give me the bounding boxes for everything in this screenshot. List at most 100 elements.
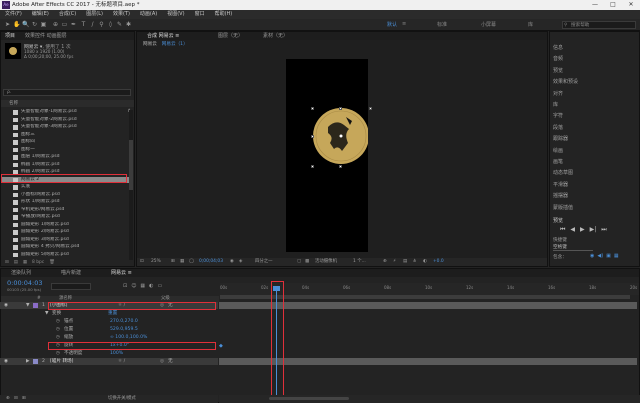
transform-property-row[interactable]: ◷ 不透明度 100%	[0, 350, 218, 357]
right-panel-item[interactable]: 画笔	[553, 158, 563, 165]
overlay-toggle-icon[interactable]: ▣	[606, 253, 611, 259]
eraser-tool-icon[interactable]: ◊	[107, 21, 114, 28]
expand-arrow-icon[interactable]: ▼	[26, 302, 30, 309]
timeline-search-input[interactable]	[51, 283, 91, 290]
clone-tool-icon[interactable]: ⚲	[98, 21, 105, 28]
snapshot-icon[interactable]: ◉	[230, 258, 234, 266]
right-panel-item[interactable]: 跟踪器	[553, 135, 568, 142]
right-panel-item[interactable]: 预览	[553, 67, 563, 74]
property-value[interactable]: 529.0,959.5	[110, 326, 138, 333]
right-panel-item[interactable]: 对齐	[553, 90, 563, 97]
fast-preview-icon[interactable]: ⚡	[393, 258, 396, 266]
comp-flowchart-icon[interactable]: ⊡	[123, 283, 127, 289]
video-toggle-icon[interactable]: ◉	[590, 253, 594, 259]
graph-editor-icon[interactable]: ▭	[158, 283, 163, 289]
rotate-tool-icon[interactable]: ↻	[31, 21, 38, 28]
frame-blend-icon[interactable]: ▦	[140, 283, 145, 289]
bounding-handle[interactable]	[311, 135, 314, 138]
tab-layer[interactable]: 图层（无）	[218, 32, 243, 40]
project-scrollbar[interactable]	[129, 110, 133, 260]
puppet-tool-icon[interactable]: ✱	[125, 21, 132, 28]
roto-tool-icon[interactable]: ✎	[116, 21, 123, 28]
timeline-zoom-slider[interactable]	[269, 397, 349, 400]
pan-behind-tool-icon[interactable]: ⊕	[52, 21, 59, 28]
project-file-item[interactable]: 实底	[1, 184, 129, 190]
label-color-swatch[interactable]	[33, 303, 38, 308]
breadcrumb-item[interactable]: 网易云	[143, 41, 157, 47]
help-search-input[interactable]: ⚲ 搜索帮助	[562, 21, 636, 29]
right-panel-item[interactable]: 字符	[553, 112, 563, 119]
rectangle-tool-icon[interactable]: ▭	[61, 21, 68, 28]
layer-controls-icon[interactable]: ▦	[614, 253, 619, 259]
view-layout-dropdown[interactable]: 1 个...	[353, 258, 366, 266]
last-frame-icon[interactable]: ⏭	[601, 226, 606, 234]
right-panel-item[interactable]: 蒙版插值	[553, 204, 573, 211]
project-file-item[interactable]: 椭圆 1/网易云.psd	[1, 162, 129, 168]
project-file-item[interactable]: 图标一	[1, 147, 129, 153]
right-panel-item[interactable]: 效果和预设	[553, 78, 578, 85]
audio-toggle-icon[interactable]: ◀)	[597, 253, 603, 259]
exposure-icon[interactable]: ◐	[423, 258, 427, 266]
hand-tool-icon[interactable]: ✋	[13, 21, 20, 28]
visibility-eye-icon[interactable]: ◉	[4, 302, 8, 309]
reset-link[interactable]: 重置	[108, 310, 117, 317]
tab-composition[interactable]: 合成 网易云 ≡	[147, 32, 179, 40]
stopwatch-icon[interactable]: ◷	[56, 318, 60, 325]
shy-icon[interactable]: ☺	[131, 283, 136, 289]
project-file-item[interactable]: 矢量智能对象-2网易云.psd	[1, 117, 129, 123]
flowchart-icon[interactable]: ⋔	[413, 258, 417, 266]
transfer-controls-icon[interactable]: ⊟	[14, 395, 18, 403]
project-file-item[interactable]: 图标四	[1, 139, 129, 145]
right-panel-item[interactable]: 段落	[553, 124, 563, 131]
shortcut-dropdown[interactable]: 空格键	[553, 244, 593, 251]
interpret-icon[interactable]: ⊟	[5, 260, 9, 265]
project-file-item[interactable]: 圆角矩形 3/网易云.psd	[1, 237, 129, 243]
camera-tool-icon[interactable]: ▣	[40, 21, 47, 28]
mask-icon[interactable]: ◯	[189, 258, 194, 266]
trash-icon[interactable]: 🗑	[49, 260, 55, 265]
expand-arrow-icon[interactable]: ▼	[45, 310, 49, 317]
tab-render-queue[interactable]: 渲染队列	[11, 269, 31, 277]
time-stretch-icon[interactable]: ⊞	[22, 395, 26, 403]
pen-tool-icon[interactable]: ✒	[70, 21, 77, 28]
layer-name[interactable]: [喵片 转场]	[50, 358, 73, 365]
maximize-button[interactable]: □	[604, 0, 622, 10]
transform-group[interactable]: ▼ 变换 重置	[0, 310, 218, 317]
menu-help[interactable]: 帮助(H)	[210, 10, 238, 19]
right-panel-item[interactable]: 库	[553, 101, 558, 108]
menu-composition[interactable]: 合成(C)	[54, 10, 81, 19]
project-file-item[interactable]: 窄机矩形/网易云.psd	[1, 207, 129, 213]
right-panel-item[interactable]: 绘画	[553, 147, 563, 154]
region-icon[interactable]: ⊞	[171, 258, 175, 266]
project-search-input[interactable]: ρ.	[3, 89, 131, 96]
property-value[interactable]: ∞ 100.0,100.0%	[110, 334, 147, 341]
tab-footage[interactable]: 素材（无）	[263, 32, 288, 40]
project-file-item[interactable]: 圆角矩形 4 拷贝/网易云.psd	[1, 244, 129, 250]
first-frame-icon[interactable]: ⏮	[560, 226, 565, 234]
right-panel-item[interactable]: 平滑器	[553, 181, 568, 188]
project-file-item[interactable]: 圆角矩形 1/网易云.psd	[1, 222, 129, 228]
bounding-handle[interactable]	[339, 107, 342, 110]
prev-frame-icon[interactable]: ◀	[570, 226, 575, 234]
tab-comp-active[interactable]: 网易云 ≡	[111, 269, 132, 277]
bounding-handle[interactable]	[311, 107, 314, 110]
workspace-small-screen[interactable]: 小屏幕	[481, 21, 496, 28]
project-file-item[interactable]: 小图标/网易云.psd	[1, 192, 129, 198]
motion-blur-icon[interactable]: ◐	[149, 283, 153, 289]
bounding-handle[interactable]	[339, 165, 342, 168]
keyframe-nav-icon[interactable]: ◆	[219, 343, 223, 349]
transform-property-row[interactable]: ◷ 锚点 270.0,270.0	[0, 318, 218, 325]
menu-window[interactable]: 窗口	[190, 10, 210, 19]
stopwatch-icon[interactable]: ◷	[56, 334, 60, 341]
composition-canvas[interactable]	[286, 59, 372, 252]
project-file-item[interactable]: 矢量智能对象-3网易云.psd	[1, 124, 129, 130]
menu-edit[interactable]: 编辑(E)	[27, 10, 54, 19]
new-comp-icon[interactable]: ▦	[23, 260, 27, 265]
property-value[interactable]: 100%	[110, 350, 123, 357]
zoom-dropdown[interactable]: 25%	[151, 258, 161, 266]
show-channel-icon[interactable]: ◈	[239, 258, 242, 266]
project-file-item[interactable]: 图层 1/网易云.psd	[1, 154, 129, 160]
menu-file[interactable]: 文件(F)	[0, 10, 27, 19]
stopwatch-icon[interactable]: ◷	[56, 326, 60, 333]
transform-property-row[interactable]: ◷ 位置 529.0,959.5	[0, 326, 218, 333]
